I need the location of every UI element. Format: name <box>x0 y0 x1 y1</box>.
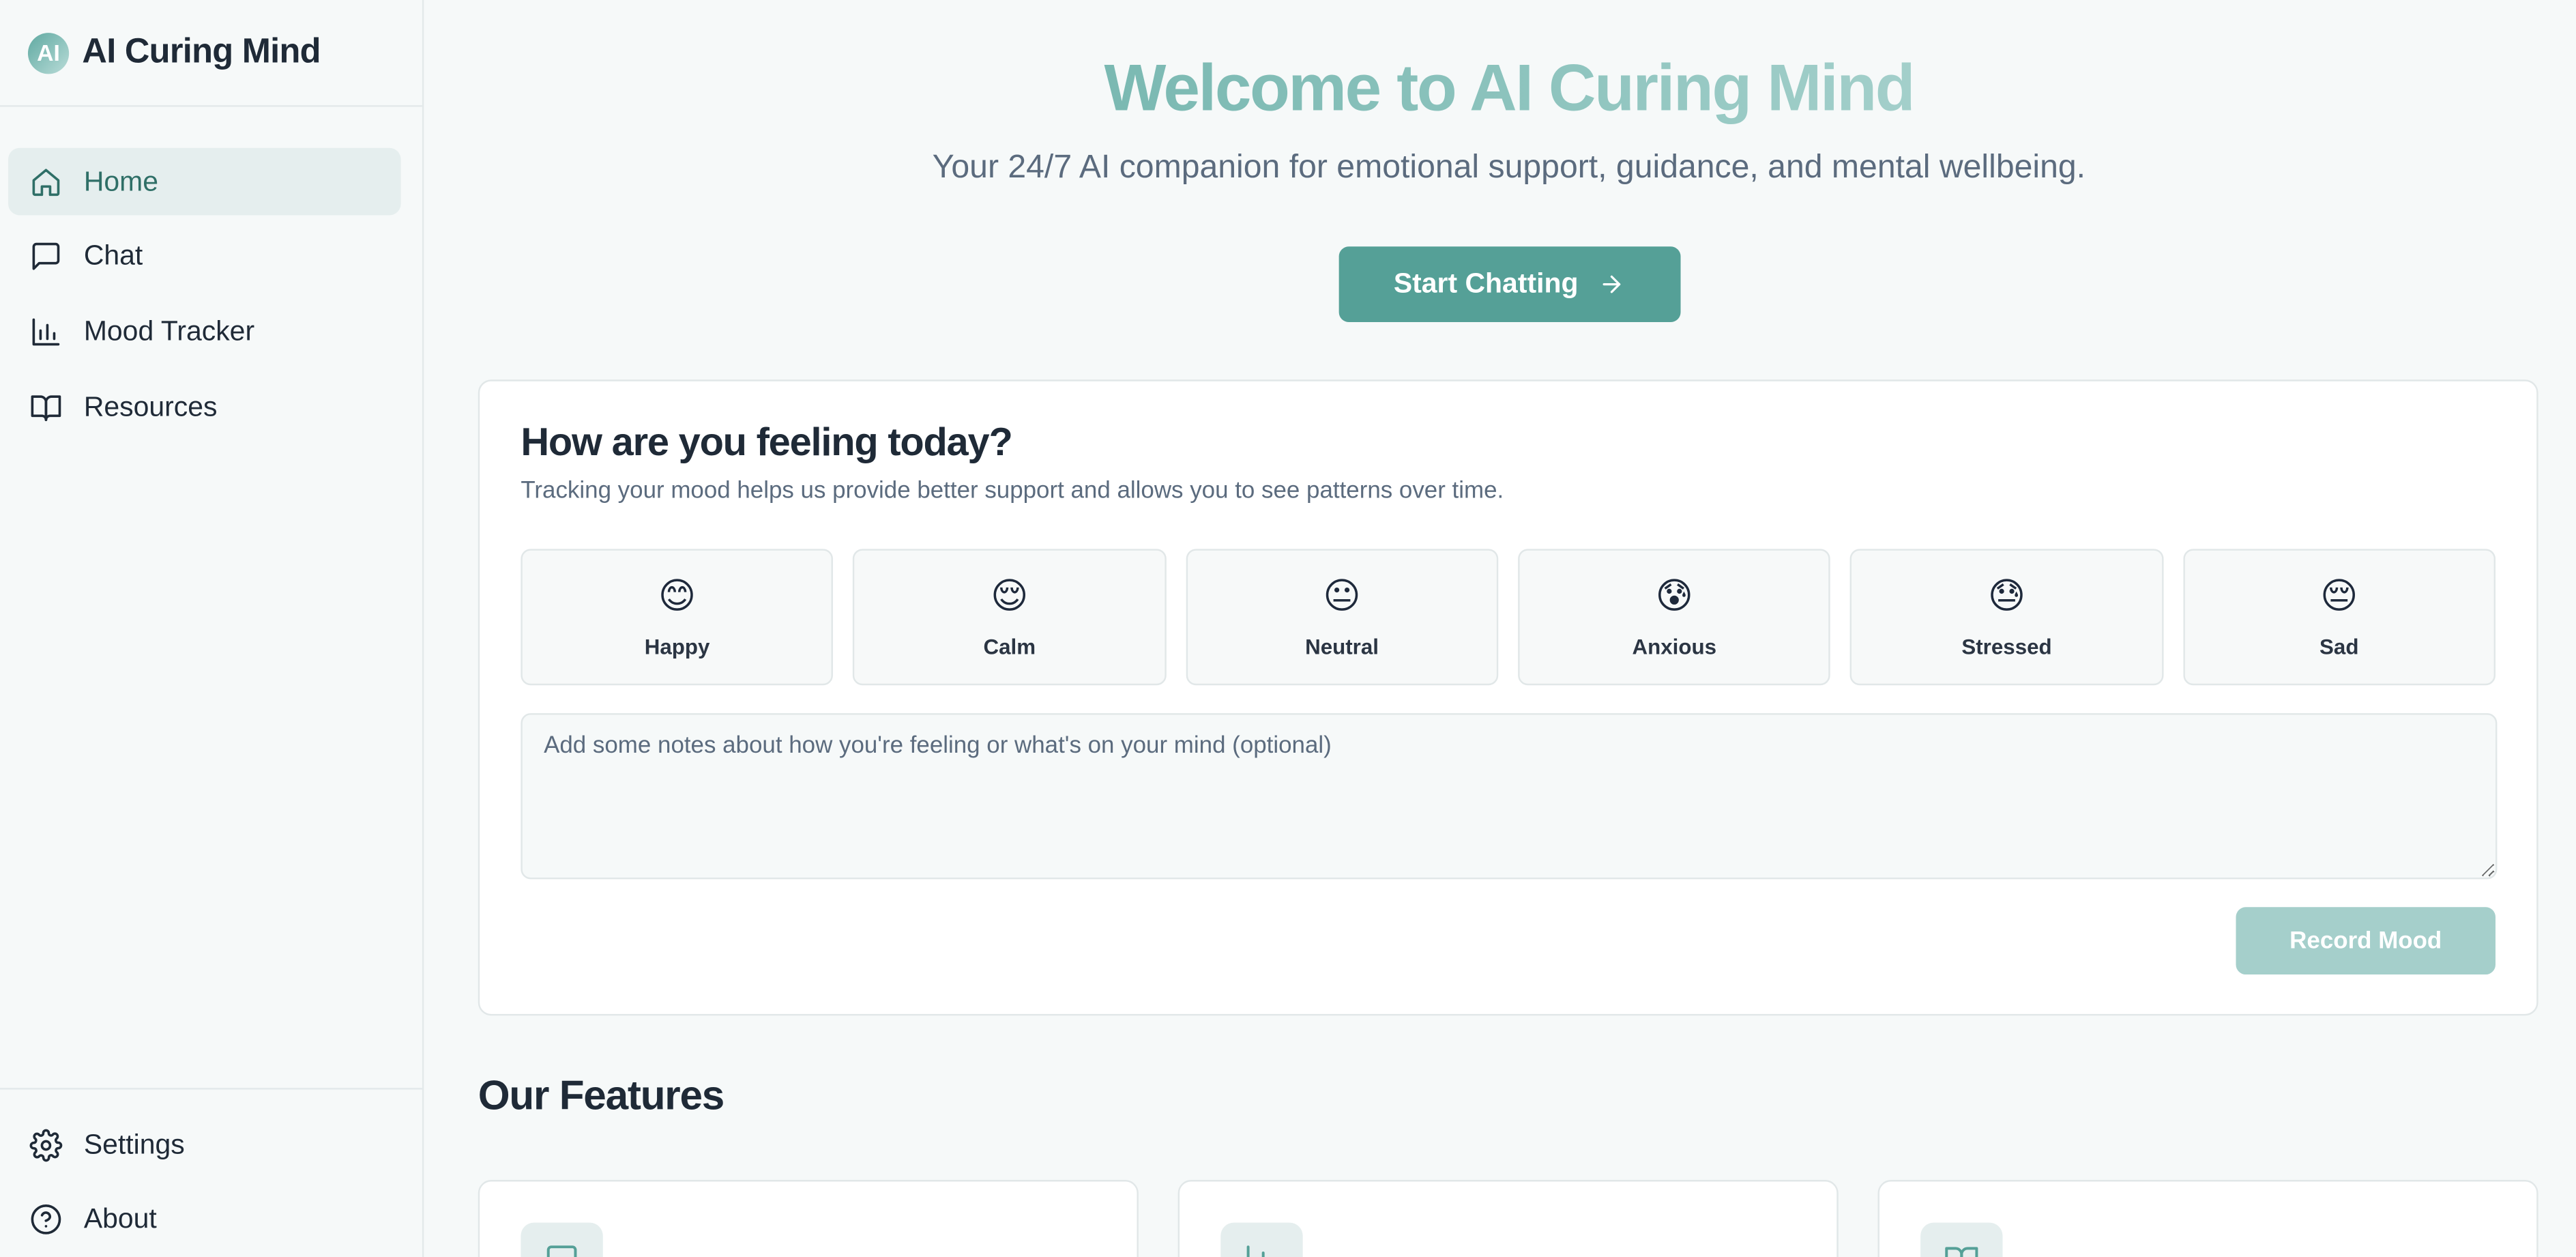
mood-option-neutral[interactable]: 😐 Neutral <box>1185 549 1499 686</box>
sidebar: AI AI Curing Mind Home Chat Mood Tracker… <box>0 0 424 1257</box>
main-content: Welcome to AI Curing Mind Your 24/7 AI c… <box>424 0 2576 1257</box>
feature-card-mood <box>1177 1180 1839 1257</box>
sad-emoji-icon: 😔 <box>2320 576 2358 618</box>
arrow-right-icon <box>1602 275 1620 293</box>
mood-option-anxious[interactable]: 😰 Anxious <box>1518 549 1831 686</box>
sidebar-item-home[interactable]: Home <box>8 147 401 216</box>
sidebar-item-about[interactable]: About <box>8 1186 401 1254</box>
stressed-emoji-icon: 😓 <box>1987 576 2026 618</box>
feature-card-resources <box>1877 1180 2538 1257</box>
sidebar-item-label: Home <box>83 165 159 197</box>
calm-emoji-icon: 😌 <box>991 576 1029 618</box>
gear-icon <box>29 1128 63 1161</box>
hero-subtitle: Your 24/7 AI companion for emotional sup… <box>932 149 2086 186</box>
record-mood-button[interactable]: Record Mood <box>2236 907 2496 975</box>
feature-icon-box <box>1220 1222 1303 1257</box>
mood-options: 😊 Happy 😌 Calm 😐 Neutral 😰 Anxious 😓 Str… <box>521 549 2496 686</box>
happy-emoji-icon: 😊 <box>658 576 697 618</box>
mood-card: How are you feeling today? Tracking your… <box>478 379 2538 1016</box>
bar-chart-icon <box>32 318 60 346</box>
help-circle-icon <box>31 1204 61 1235</box>
feature-icon-box <box>521 1222 603 1257</box>
book-icon <box>1945 1247 1978 1257</box>
mood-label: Stressed <box>1961 633 2052 659</box>
mood-label: Anxious <box>1632 633 1717 659</box>
book-icon <box>31 394 61 421</box>
mood-option-stressed[interactable]: 😓 Stressed <box>1850 549 2163 686</box>
sidebar-bottom: Settings About <box>0 1088 422 1257</box>
feature-card-chat <box>478 1180 1139 1257</box>
mood-label: Happy <box>644 633 710 659</box>
sidebar-item-label: About <box>83 1203 157 1234</box>
sidebar-item-label: Mood Tracker <box>83 315 255 347</box>
bar-chart-icon <box>1246 1245 1265 1257</box>
mood-option-calm[interactable]: 😌 Calm <box>853 549 1166 686</box>
sidebar-item-settings[interactable]: Settings <box>8 1111 401 1179</box>
hero-title: Welcome to AI Curing Mind <box>478 53 2540 125</box>
sidebar-nav: Home Chat Mood Tracker Resources <box>0 107 422 441</box>
start-chatting-label: Start Chatting <box>1393 268 1579 300</box>
brand[interactable]: AI AI Curing Mind <box>0 0 422 107</box>
mood-option-happy[interactable]: 😊 Happy <box>521 549 834 686</box>
mood-label: Neutral <box>1305 633 1379 659</box>
feature-icon-box <box>1920 1222 2003 1257</box>
mood-card-title: How are you feeling today? <box>521 420 1012 465</box>
mood-notes-input[interactable] <box>521 713 2498 880</box>
sidebar-item-label: Resources <box>83 390 218 422</box>
mood-card-description: Tracking your mood helps us provide bett… <box>521 478 1504 505</box>
sidebar-item-chat[interactable]: Chat <box>8 223 401 291</box>
mood-option-sad[interactable]: 😔 Sad <box>2182 549 2496 686</box>
mood-label: Sad <box>2319 633 2359 659</box>
chat-icon <box>32 243 60 270</box>
brand-name: AI Curing Mind <box>82 33 321 71</box>
sidebar-item-resources[interactable]: Resources <box>8 373 401 441</box>
anxious-emoji-icon: 😰 <box>1655 576 1693 618</box>
neutral-emoji-icon: 😐 <box>1323 576 1361 618</box>
sidebar-item-label: Chat <box>83 240 143 272</box>
start-chatting-button[interactable]: Start Chatting <box>1338 246 1680 322</box>
home-icon <box>32 168 60 195</box>
sidebar-item-label: Settings <box>83 1128 185 1159</box>
sidebar-item-mood-tracker[interactable]: Mood Tracker <box>8 298 401 366</box>
brand-logo: AI <box>27 31 70 74</box>
mood-label: Calm <box>983 633 1036 659</box>
chat-icon <box>546 1245 577 1257</box>
features-title: Our Features <box>478 1073 724 1119</box>
